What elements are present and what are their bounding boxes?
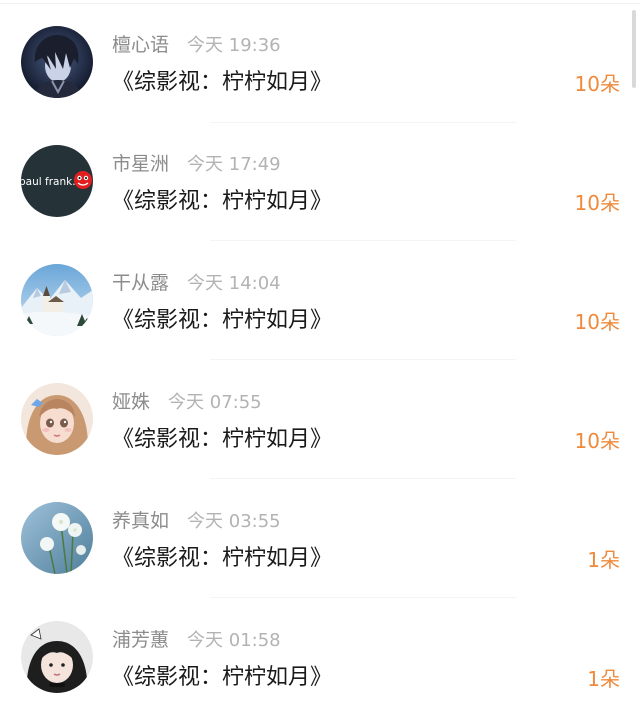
- book-title[interactable]: 《综影视：柠柠如月》: [112, 64, 332, 96]
- timestamp: 今天 14:04: [187, 273, 281, 294]
- gift-list[interactable]: 檀心语 今天 19:36 《综影视：柠柠如月》 10朵 paul frank. …: [0, 0, 640, 716]
- book-title[interactable]: 《综影视：柠柠如月》: [112, 540, 332, 572]
- gift-amount: 10朵: [574, 429, 620, 453]
- gift-amount: 10朵: [574, 191, 620, 215]
- list-item[interactable]: 干从露 今天 14:04 《综影视：柠柠如月》 10朵: [0, 238, 640, 360]
- gift-amount: 10朵: [574, 72, 620, 96]
- username[interactable]: 干从露: [112, 268, 169, 295]
- timestamp: 今天 17:49: [187, 154, 281, 175]
- girl-photo-avatar-icon[interactable]: [21, 621, 93, 693]
- book-title[interactable]: 《综影视：柠柠如月》: [112, 183, 332, 215]
- anime-boy-avatar-icon[interactable]: [21, 26, 93, 98]
- list-item[interactable]: 浦芳蕙 今天 01:58 《综影视：柠柠如月》 1朵: [0, 595, 640, 714]
- username[interactable]: 浦芳蕙: [112, 625, 169, 652]
- anime-girl-avatar-icon[interactable]: [21, 383, 93, 455]
- snowy-church-avatar-icon[interactable]: [21, 264, 93, 336]
- list-item[interactable]: 檀心语 今天 19:36 《综影视：柠柠如月》 10朵: [0, 0, 640, 123]
- gift-amount: 1朵: [587, 548, 620, 572]
- gift-amount: 10朵: [574, 310, 620, 334]
- gift-amount: 1朵: [587, 667, 620, 691]
- avatar-logo-text: paul frank.: [21, 176, 76, 188]
- timestamp: 今天 19:36: [187, 35, 281, 56]
- paul-frank-logo-avatar-icon[interactable]: paul frank.: [21, 145, 93, 217]
- white-flowers-avatar-icon[interactable]: [21, 502, 93, 574]
- book-title[interactable]: 《综影视：柠柠如月》: [112, 659, 332, 691]
- book-title[interactable]: 《综影视：柠柠如月》: [112, 302, 332, 334]
- list-item[interactable]: 养真如 今天 03:55 《综影视：柠柠如月》 1朵: [0, 476, 640, 598]
- username[interactable]: 檀心语: [112, 30, 169, 57]
- username[interactable]: 市星洲: [112, 149, 169, 176]
- timestamp: 今天 07:55: [168, 392, 262, 413]
- list-item[interactable]: paul frank. 市星洲 今天 17:49 《综影视：柠柠如月》 10朵: [0, 119, 640, 241]
- timestamp: 今天 01:58: [187, 630, 281, 651]
- username[interactable]: 养真如: [112, 506, 169, 533]
- book-title[interactable]: 《综影视：柠柠如月》: [112, 421, 332, 453]
- timestamp: 今天 03:55: [187, 511, 281, 532]
- list-item[interactable]: 娅姝 今天 07:55 《综影视：柠柠如月》 10朵: [0, 357, 640, 479]
- scrollbar[interactable]: [632, 10, 636, 88]
- username[interactable]: 娅姝: [112, 387, 150, 414]
